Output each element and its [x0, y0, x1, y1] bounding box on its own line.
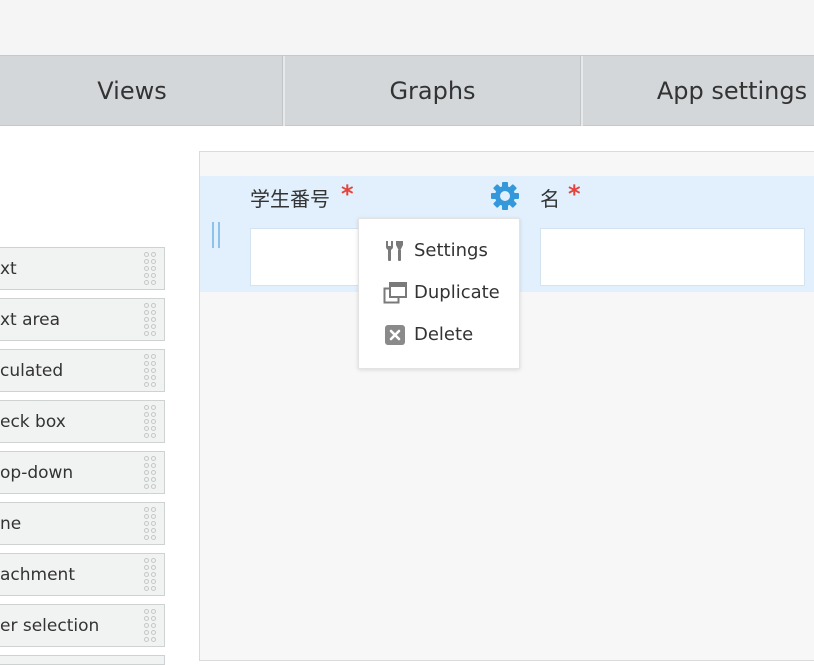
field-label-student-number: 学生番号 [250, 187, 330, 211]
drag-grip-icon[interactable] [144, 354, 158, 387]
palette-item-label: op-down [0, 462, 74, 483]
field-input-name[interactable] [540, 228, 805, 286]
tab-views-label: Views [97, 77, 167, 105]
duplicate-icon [383, 281, 407, 305]
drag-grip-icon[interactable] [144, 456, 158, 489]
required-mark: * [568, 180, 581, 208]
tab-graphs-label: Graphs [389, 77, 476, 105]
drag-grip-icon[interactable] [144, 303, 158, 336]
palette-item-calculated[interactable]: culated [0, 349, 165, 392]
palette-item-partial[interactable] [0, 655, 165, 665]
settings-tab-bar: Views Graphs App settings [0, 55, 814, 126]
delete-icon [383, 323, 407, 347]
menu-item-label: Delete [414, 323, 474, 345]
menu-item-duplicate[interactable]: Duplicate [359, 272, 519, 312]
palette-item-text-area[interactable]: xt area [0, 298, 165, 341]
menu-item-delete[interactable]: Delete [359, 314, 519, 354]
menu-item-label: Duplicate [414, 281, 500, 303]
tab-graphs[interactable]: Graphs [285, 56, 580, 126]
palette-item-label: xt area [0, 309, 61, 330]
field-input-student-number[interactable] [250, 228, 370, 286]
tab-app-settings-label: App settings [656, 77, 808, 105]
field-label-name: 名 [540, 187, 560, 211]
palette-item-label: xt [0, 258, 17, 279]
menu-item-settings[interactable]: Settings [359, 230, 519, 270]
required-mark: * [341, 180, 354, 208]
field-options-menu: Settings Duplicate Delete [358, 218, 520, 369]
tab-views[interactable]: Views [0, 56, 264, 126]
palette-item-attachment[interactable]: achment [0, 553, 165, 596]
palette-item-text[interactable]: xt [0, 247, 165, 290]
drag-grip-icon[interactable] [144, 609, 158, 642]
palette-item-check-box[interactable]: eck box [0, 400, 165, 443]
palette-item-label: ne [0, 513, 22, 534]
palette-item-drop-down[interactable]: op-down [0, 451, 165, 494]
palette-item-user-selection[interactable]: er selection [0, 604, 165, 647]
palette-item-label: culated [0, 360, 64, 381]
palette-item-label: er selection [0, 615, 100, 636]
row-drag-handle-icon[interactable] [212, 222, 222, 248]
palette-item-label: eck box [0, 411, 66, 432]
drag-grip-icon[interactable] [144, 507, 158, 540]
menu-item-label: Settings [414, 239, 488, 261]
palette-item-label: achment [0, 564, 75, 585]
wrench-screwdriver-icon [383, 239, 407, 263]
top-bar [0, 0, 814, 55]
drag-grip-icon[interactable] [144, 405, 158, 438]
gear-icon[interactable] [489, 180, 521, 212]
drag-grip-icon[interactable] [144, 252, 158, 285]
palette-item-time[interactable]: ne [0, 502, 165, 545]
drag-grip-icon[interactable] [144, 558, 158, 591]
tab-app-settings[interactable]: App settings [583, 56, 814, 126]
